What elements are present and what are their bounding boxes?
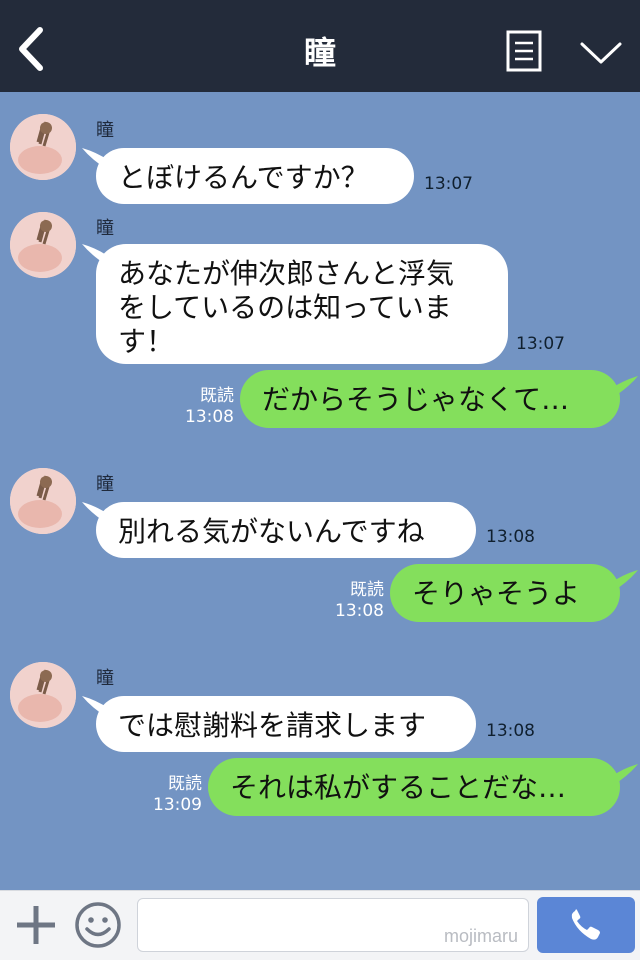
sender-name: 瞳 <box>96 218 114 239</box>
avatar[interactable] <box>10 468 76 534</box>
message-meta: 既読 13:09 <box>138 774 202 816</box>
message-text-line: をしているのは知っていま <box>118 291 452 324</box>
message-bubble[interactable]: そりゃそうよ <box>390 564 620 622</box>
sender-name: 瞳 <box>96 668 114 689</box>
message-time: 13:07 <box>424 174 473 194</box>
message-text-line: す！ <box>118 325 175 358</box>
message-time: 13:08 <box>335 601 384 621</box>
avatar[interactable] <box>10 212 76 278</box>
message-bubble[interactable]: それは私がすることだな… <box>208 758 620 816</box>
message-time: 13:07 <box>516 334 565 354</box>
message-time: 13:08 <box>486 721 535 741</box>
message-bubble[interactable]: では慰謝料を請求します <box>96 696 476 752</box>
smiley-icon[interactable] <box>74 901 122 949</box>
message-meta: 既読 13:08 <box>170 386 234 428</box>
message-meta: 既読 13:08 <box>320 580 384 622</box>
bubble-tail <box>612 570 638 592</box>
message-time: 13:09 <box>153 795 202 815</box>
message-text: では慰謝料を請求します <box>118 709 427 742</box>
message-text: とぼけるんですか？ <box>118 161 369 194</box>
bubble-tail <box>612 764 638 786</box>
avatar[interactable] <box>10 114 76 180</box>
message-time: 13:08 <box>486 527 535 547</box>
plus-icon[interactable] <box>14 903 58 947</box>
sender-name: 瞳 <box>96 474 114 495</box>
sender-name: 瞳 <box>96 120 114 141</box>
message-text: それは私がすることだな… <box>230 771 567 804</box>
message-bubble[interactable]: だからそうじゃなくて… <box>240 370 620 428</box>
message-text: だからそうじゃなくて… <box>262 383 570 416</box>
message-bubble[interactable]: あなたが伸次郎さんと浮気 をしているのは知っていま す！ <box>96 244 508 364</box>
message-time: 13:08 <box>185 407 234 427</box>
message-bubble[interactable]: とぼけるんですか？ <box>96 148 414 204</box>
read-receipt: 既読 <box>168 774 202 794</box>
menu-list-icon[interactable] <box>506 30 542 72</box>
read-receipt: 既読 <box>200 386 234 406</box>
avatar[interactable] <box>10 662 76 728</box>
message-bubble[interactable]: 別れる気がないんですね <box>96 502 476 558</box>
chevron-down-icon[interactable] <box>578 36 624 66</box>
message-text: 別れる気がないんですね <box>118 515 425 548</box>
watermark: mojimaru <box>443 926 518 946</box>
chat-title: 瞳 <box>303 34 336 72</box>
message-input[interactable]: mojimaru <box>137 898 529 952</box>
chat-input-bar: mojimaru <box>0 890 640 960</box>
send-button[interactable] <box>537 897 635 953</box>
message-list[interactable]: 瞳 とぼけるんですか？ 13:07 瞳 あなたが伸次郎さんと浮気 をしているのは… <box>0 92 640 890</box>
chat-header: 瞳 <box>0 0 640 92</box>
read-receipt: 既読 <box>350 580 384 600</box>
phone-icon <box>571 909 600 940</box>
bubble-tail <box>612 376 638 398</box>
message-text-line: あなたが伸次郎さんと浮気 <box>118 257 455 290</box>
message-text: そりゃそうよ <box>412 577 581 610</box>
